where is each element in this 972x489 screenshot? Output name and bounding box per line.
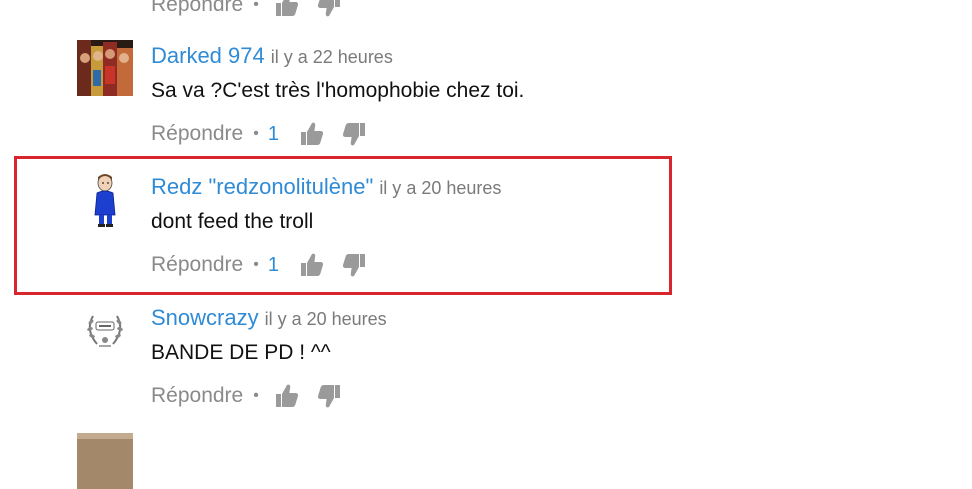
like-count: 1	[267, 253, 279, 276]
comment-time[interactable]: il y a 20 heures	[265, 309, 387, 329]
avatar-image	[77, 433, 133, 489]
thumbs-down-icon[interactable]	[316, 383, 342, 409]
comment-author-row: Redz "redzonolitulène" il y a 20 heures	[151, 174, 501, 200]
laurel-emblem-icon	[77, 302, 133, 358]
thumbs-up-icon[interactable]	[274, 0, 300, 18]
avatar-image	[77, 171, 133, 227]
comment-actions: Répondre •	[151, 0, 358, 20]
comment-time[interactable]: il y a 20 heures	[379, 178, 501, 198]
thumbs-down-icon[interactable]	[341, 252, 367, 278]
comment-text: dont feed the troll	[151, 210, 314, 233]
avatar[interactable]	[77, 433, 133, 489]
comment-author-row: Snowcrazy il y a 20 heures	[151, 305, 387, 331]
reply-button[interactable]: Répondre	[151, 384, 243, 408]
comment-time[interactable]: il y a 22 heures	[271, 47, 393, 67]
comment-text: Sa va ?C'est très l'homophobie chez toi.	[151, 79, 525, 102]
thumbs-down-icon[interactable]	[341, 121, 367, 147]
comment-author-row: Darked 974 il y a 22 heures	[151, 43, 393, 69]
separator-dot: •	[253, 0, 259, 13]
comment-text: BANDE DE PD ! ^^	[151, 341, 331, 364]
reply-button[interactable]: Répondre	[151, 253, 243, 277]
comment-author[interactable]: Snowcrazy	[151, 305, 259, 330]
avatar-image	[77, 40, 133, 96]
separator-dot: •	[253, 256, 259, 273]
comment-author[interactable]: Darked 974	[151, 43, 265, 68]
separator-dot: •	[253, 387, 259, 404]
thumbs-down-icon[interactable]	[316, 0, 342, 18]
avatar[interactable]	[77, 40, 133, 96]
avatar[interactable]	[77, 171, 133, 227]
thumbs-up-icon[interactable]	[299, 121, 325, 147]
comment-actions: Répondre • 1	[151, 250, 383, 280]
comment-author[interactable]: Redz "redzonolitulène"	[151, 174, 373, 199]
thumbs-up-icon[interactable]	[299, 252, 325, 278]
separator-dot: •	[253, 125, 259, 142]
thumbs-up-icon[interactable]	[274, 383, 300, 409]
avatar[interactable]	[77, 302, 133, 358]
like-count: 1	[267, 122, 279, 145]
comment-actions: Répondre • 1	[151, 119, 383, 149]
reply-button[interactable]: Répondre	[151, 122, 243, 146]
reply-button[interactable]: Répondre	[151, 0, 243, 17]
comment-actions: Répondre •	[151, 381, 358, 411]
